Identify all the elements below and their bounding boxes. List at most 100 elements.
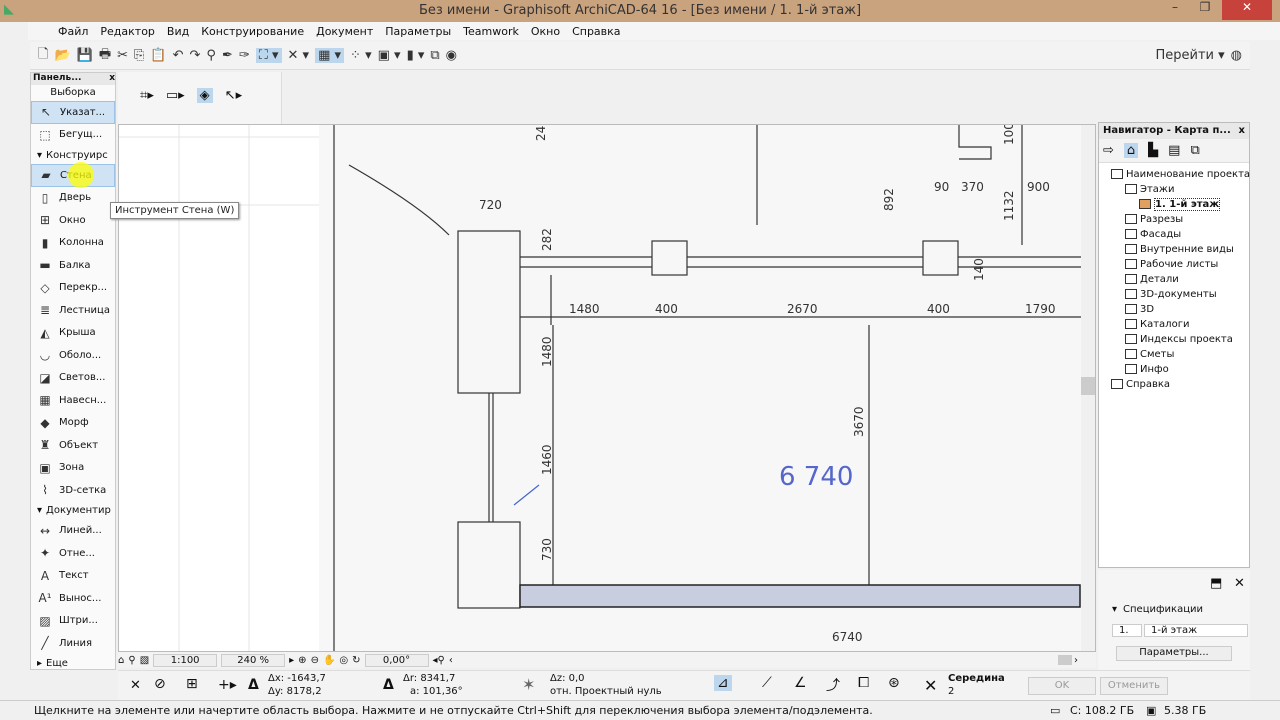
dx-field[interactable]: Δx: -1643,7: [268, 673, 326, 684]
pan-icon[interactable]: ✋: [323, 655, 335, 666]
zoom-window-icon[interactable]: ⚲: [128, 655, 135, 666]
layout-book-icon[interactable]: ▤: [1168, 143, 1180, 158]
drawing-canvas[interactable]: 720 282 1480 400 2670 400 1790 1480 1460…: [118, 124, 1096, 652]
tool-fill[interactable]: ▨ Штри...: [31, 610, 115, 633]
marquee-method-icon[interactable]: ▭▸: [166, 88, 185, 103]
find-icon[interactable]: ⚲: [206, 48, 216, 63]
tool-arrow[interactable]: ↖ Указат...: [31, 101, 115, 124]
menu-item[interactable]: Конструирование: [201, 25, 304, 38]
tree-item[interactable]: Рабочие листы: [1111, 257, 1249, 272]
tool-zone[interactable]: ▣ Зона: [31, 457, 115, 480]
pointer-method-icon[interactable]: ⌗▸: [140, 88, 154, 103]
new-icon[interactable]: 🗋: [38, 45, 48, 67]
story-name-field[interactable]: 1-й этаж: [1144, 624, 1248, 637]
zoom-out-icon[interactable]: ⊖: [311, 655, 319, 666]
scroll-left-icon[interactable]: ‹: [449, 655, 453, 666]
tool-window[interactable]: ⊞ Окно: [31, 209, 115, 232]
pen-icon[interactable]: ▮ ▾: [407, 48, 425, 63]
tree-item[interactable]: Разрезы: [1111, 212, 1249, 227]
tool-curtain-wall[interactable]: ▦ Навесн...: [31, 389, 115, 412]
close-icon[interactable]: ✕: [1234, 576, 1245, 591]
layers-icon[interactable]: ▣ ▾: [378, 48, 401, 63]
gravity-icon[interactable]: ⛶ ▾: [255, 48, 282, 63]
tool-object[interactable]: ♜ Объект: [31, 434, 115, 457]
menu-item[interactable]: Параметры: [385, 25, 451, 38]
tool-shell[interactable]: ◡ Оболо...: [31, 344, 115, 367]
arrow-method-icon[interactable]: ↖▸: [225, 88, 242, 103]
quick-options-icon[interactable]: ⌂: [118, 655, 124, 666]
print-icon[interactable]: 🖶: [99, 45, 111, 67]
tree-item[interactable]: Фасады: [1111, 227, 1249, 242]
minimize-button[interactable]: –: [1160, 0, 1190, 20]
tool-skylight[interactable]: ◪ Светов...: [31, 367, 115, 390]
scale-field[interactable]: 1:100: [153, 653, 218, 667]
document-header[interactable]: ▾ Документир: [31, 502, 115, 520]
settings-icon[interactable]: ⬒: [1210, 576, 1222, 591]
tree-item[interactable]: Детали: [1111, 272, 1249, 287]
scroll-thumb[interactable]: [1081, 377, 1095, 395]
midpoint-icon[interactable]: ✕: [924, 676, 937, 695]
parameters-button[interactable]: Параметры...: [1116, 646, 1232, 661]
selected-wall[interactable]: [519, 584, 1081, 608]
scroll-right-icon[interactable]: ›: [1074, 655, 1096, 666]
navigator-close-button[interactable]: x: [1239, 125, 1245, 137]
tree-item[interactable]: 3D-документы: [1111, 287, 1249, 302]
toolbox-close-icon[interactable]: x: [109, 73, 115, 85]
reference-field[interactable]: отн. Проектный нуль: [550, 686, 662, 697]
tool-slab[interactable]: ◇ Перекр...: [31, 277, 115, 300]
tool-line[interactable]: ╱ Линия: [31, 632, 115, 655]
snap-mode-icon[interactable]: ⊿: [714, 675, 732, 691]
story-number-field[interactable]: 1.: [1112, 624, 1142, 637]
tree-item[interactable]: Этажи: [1111, 182, 1249, 197]
redo-icon[interactable]: ↷: [190, 48, 201, 63]
tree-item[interactable]: Инфо: [1111, 362, 1249, 377]
tool-roof[interactable]: ◭ Крыша: [31, 322, 115, 345]
guide-icon[interactable]: ✕ ▾: [288, 48, 310, 63]
prev-zoom-icon[interactable]: ◂⚲: [433, 655, 445, 666]
goto-button[interactable]: Перейти ▾: [1155, 48, 1224, 63]
grid-icon[interactable]: ⁘ ▾: [350, 48, 372, 63]
angle-coord-field[interactable]: a: 101,36°: [410, 686, 463, 697]
undo-icon[interactable]: ↶: [173, 48, 184, 63]
close-button[interactable]: ✕: [1222, 0, 1272, 20]
save-icon[interactable]: 💾: [77, 48, 93, 63]
angle-field[interactable]: 0,00°: [364, 653, 429, 667]
tree-item[interactable]: Наименование проекта: [1111, 167, 1250, 182]
origin-icon[interactable]: +▸: [218, 677, 237, 693]
maximize-button[interactable]: ❐: [1190, 0, 1220, 20]
menu-item[interactable]: Редактор: [100, 25, 155, 38]
tool-mesh[interactable]: ⌇ 3D-сетка: [31, 479, 115, 502]
tool-column[interactable]: ▮ Колонна: [31, 232, 115, 255]
tool-door[interactable]: ▯ Дверь: [31, 187, 115, 210]
tool-label[interactable]: A¹ Вынос...: [31, 587, 115, 610]
view-map-icon[interactable]: ▙: [1148, 143, 1158, 158]
more-header[interactable]: ▸ Еще: [31, 655, 115, 673]
3d-icon[interactable]: ⧉: [430, 48, 439, 63]
magic-wand-icon[interactable]: ⊛: [888, 675, 900, 691]
menu-item[interactable]: Файл: [58, 25, 88, 38]
project-map-icon[interactable]: ⌂: [1123, 143, 1139, 158]
dz-field[interactable]: Δz: 0,0: [550, 673, 585, 684]
collapse-icon[interactable]: ▾: [1112, 604, 1117, 615]
close-icon[interactable]: ✕: [130, 678, 141, 693]
layer-icon[interactable]: ▧: [140, 655, 149, 666]
publish-icon[interactable]: ⇨: [1103, 143, 1114, 158]
menu-item[interactable]: Teamwork: [463, 25, 519, 38]
tool-marquee[interactable]: ⬚ Бегущ...: [31, 124, 115, 147]
ok-button[interactable]: OK: [1028, 677, 1096, 695]
tree-item[interactable]: 3D: [1111, 302, 1249, 317]
help-icon[interactable]: ◍: [1231, 48, 1250, 63]
rotate-icon[interactable]: ↻: [352, 655, 360, 666]
zoom-field[interactable]: 240 %: [221, 653, 286, 667]
construct-header[interactable]: ▾ Конструирс: [31, 146, 115, 164]
dy-field[interactable]: Δy: 8178,2: [268, 686, 322, 697]
menu-item[interactable]: Окно: [531, 25, 560, 38]
menu-item[interactable]: Документ: [316, 25, 373, 38]
menu-item[interactable]: Вид: [167, 25, 189, 38]
tree-item[interactable]: Сметы: [1111, 347, 1249, 362]
line-snap-icon[interactable]: ⟋: [762, 675, 772, 691]
teamwork-icon[interactable]: ◉: [446, 48, 457, 63]
wall-method-icon[interactable]: ◈: [196, 88, 213, 103]
tree-item[interactable]: Индексы проекта: [1111, 332, 1249, 347]
tool-morph[interactable]: ◆ Морф: [31, 412, 115, 435]
